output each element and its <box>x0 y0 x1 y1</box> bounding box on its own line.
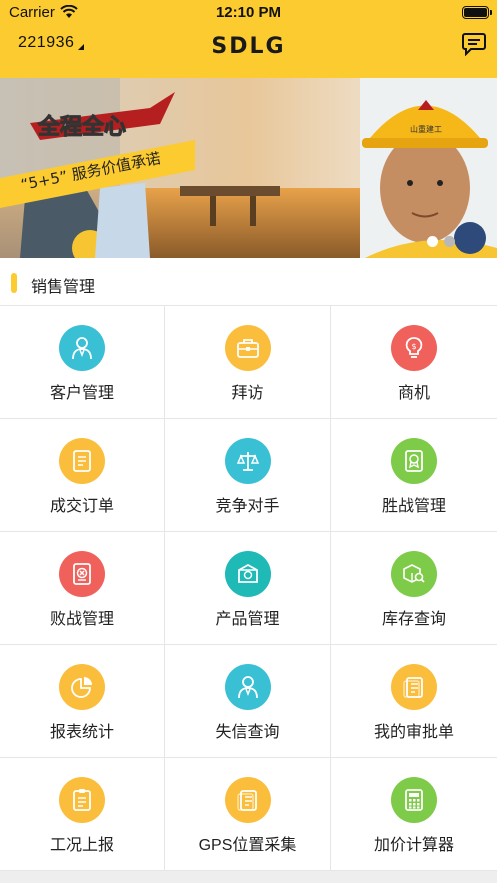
menu-item-label: 商机 <box>397 385 430 402</box>
menu-item-label: 库存查询 <box>381 611 446 628</box>
approval-icon <box>224 777 271 823</box>
menu-item-label: 加价计算器 <box>373 837 454 854</box>
menu-item-label: 胜战管理 <box>381 498 446 515</box>
clock: 12:10 PM <box>215 4 282 21</box>
menu-item-11[interactable]: 失信查询 <box>165 645 331 758</box>
menu-item-label: 成交订单 <box>49 498 114 515</box>
box-icon <box>224 551 271 597</box>
menu-item-label: GPS位置采集 <box>198 837 297 854</box>
carousel-dot[interactable] <box>427 236 438 247</box>
banner-badge-text: 全程全心 <box>37 114 126 140</box>
header-bar: Carrier 12:10 PM 221936 SDLG <box>0 0 497 78</box>
menu-item-13[interactable]: 工况上报 <box>0 758 165 871</box>
promo-banner[interactable]: 全程全心 “5+5” 服务价值承诺 山重建工 <box>0 78 497 258</box>
section-header: 销售管理 <box>0 258 497 306</box>
menu-item-10[interactable]: 报表统计 <box>0 645 165 758</box>
menu-item-2[interactable]: 拜访 <box>165 306 331 419</box>
status-bar: Carrier 12:10 PM <box>0 0 497 26</box>
battery-icon <box>462 6 492 19</box>
menu-item-3[interactable]: $ 商机 <box>331 306 497 419</box>
menu-item-7[interactable]: 败战管理 <box>0 532 165 645</box>
package-search-icon <box>391 551 437 597</box>
menu-item-6[interactable]: 胜战管理 <box>331 419 497 532</box>
cross-document-icon <box>59 551 105 597</box>
message-icon[interactable] <box>461 32 487 56</box>
brand-logo: SDLG <box>211 34 286 59</box>
menu-item-8[interactable]: 产品管理 <box>165 532 331 645</box>
menu-item-label: 工况上报 <box>49 837 114 854</box>
carousel-dot[interactable] <box>444 236 455 247</box>
section-accent-bar <box>11 273 17 293</box>
feature-grid: 客户管理 拜访 $ 商机成交订单 竞争对手 胜战管理败战管理 产品管理 库存查询报表统计 失信查… <box>0 306 497 871</box>
report-icon <box>59 777 105 823</box>
menu-item-label: 客户管理 <box>49 385 114 402</box>
carousel-dots[interactable] <box>427 236 455 247</box>
menu-item-12[interactable]: 我的审批单 <box>331 645 497 758</box>
calculator-icon <box>391 777 437 823</box>
scale-icon <box>224 438 271 484</box>
section-title: 销售管理 <box>31 279 96 296</box>
document-icon <box>59 438 105 484</box>
person-icon <box>59 325 105 371</box>
pie-chart-icon <box>59 664 105 710</box>
menu-item-9[interactable]: 库存查询 <box>331 532 497 645</box>
lightbulb-icon: $ <box>391 325 437 371</box>
menu-item-label: 我的审批单 <box>373 724 454 741</box>
menu-item-label: 拜访 <box>231 385 264 402</box>
menu-item-label: 产品管理 <box>215 611 280 628</box>
menu-item-4[interactable]: 成交订单 <box>0 419 165 532</box>
menu-item-15[interactable]: 加价计算器 <box>331 758 497 871</box>
menu-item-label: 报表统计 <box>49 724 114 741</box>
approval-icon <box>391 664 437 710</box>
helmet-text: 山重建工 <box>410 124 442 134</box>
menu-item-label: 败战管理 <box>49 611 114 628</box>
briefcase-icon <box>224 325 271 371</box>
menu-item-label: 失信查询 <box>215 724 280 741</box>
bottom-strip <box>0 871 497 883</box>
menu-item-label: 竞争对手 <box>215 498 280 515</box>
menu-item-1[interactable]: 客户管理 <box>0 306 165 419</box>
menu-item-5[interactable]: 竞争对手 <box>165 419 331 532</box>
svg-text:$: $ <box>411 342 416 351</box>
menu-item-14[interactable]: GPS位置采集 <box>165 758 331 871</box>
award-icon <box>391 438 437 484</box>
person-icon <box>224 664 271 710</box>
